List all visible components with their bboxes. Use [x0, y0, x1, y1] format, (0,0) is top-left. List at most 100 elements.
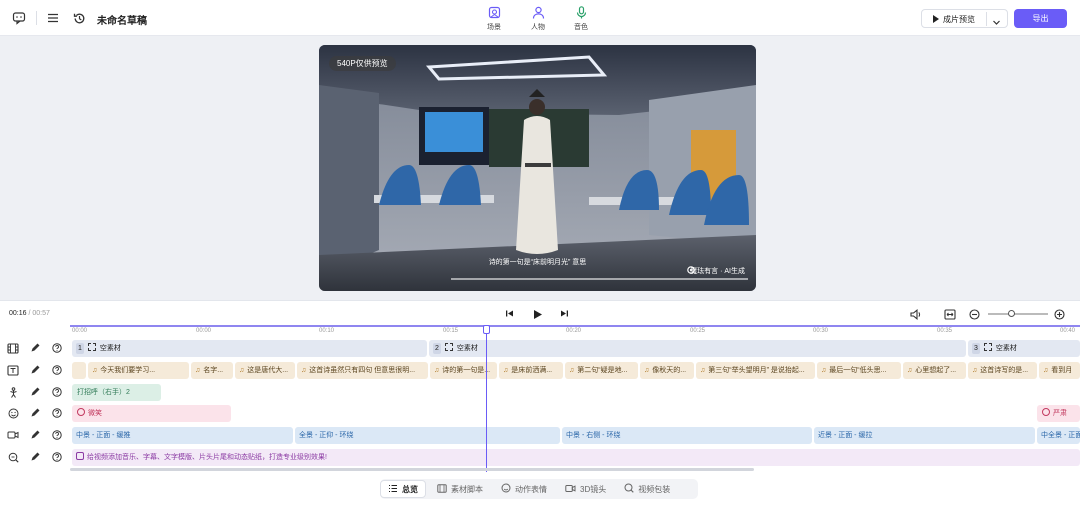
tts-clip-text: 像秋天的... — [652, 367, 687, 374]
microphone-icon — [566, 6, 596, 20]
export-button[interactable]: 导出 — [1014, 9, 1067, 28]
tts-clip-text: 名字... — [203, 367, 224, 374]
tts-clip[interactable] — [72, 362, 86, 379]
camera-clip[interactable]: 近景 - 正面 - 缓拉 — [814, 427, 1035, 444]
edit-pencil-icon[interactable] — [28, 406, 42, 420]
packaging-tip-text: 给视频添加音乐、字幕、文字模版、片头片尾和动态贴纸，打造专业级别效果! — [87, 454, 327, 461]
expression-label: 严肃 — [1053, 410, 1067, 417]
tts-clip[interactable]: ♫ 这首诗虽然只有四句 但意思很明... — [297, 362, 428, 379]
tts-clip[interactable]: ♫ 像秋天的... — [640, 362, 694, 379]
volume-icon[interactable] — [910, 309, 922, 320]
video-preview[interactable]: 540P仅供预览 诗的第一句是“床前明月光” 意思 魔珐有言 · AI生成 — [319, 45, 756, 291]
expression-clip[interactable]: 微笑 — [72, 405, 231, 422]
fit-timeline-icon[interactable] — [944, 309, 956, 320]
tts-clip[interactable]: ♫ 最后一句“低头思... — [817, 362, 901, 379]
scene-number: 3 — [972, 343, 980, 354]
track-controls — [6, 363, 64, 377]
track-controls — [6, 385, 64, 399]
camera-clip[interactable]: 中景 - 右侧 - 环绕 — [562, 427, 812, 444]
headphone-icon: ♫ — [569, 367, 575, 374]
tab-scene[interactable]: 场景 — [479, 6, 509, 32]
feedback-icon[interactable] — [11, 10, 27, 26]
help-icon[interactable] — [50, 450, 64, 464]
scene-clip[interactable]: 1 空素材 — [72, 340, 427, 357]
edit-pencil-icon[interactable] — [28, 363, 42, 377]
playhead-handle[interactable] — [483, 325, 490, 334]
add-package-icon — [76, 452, 84, 460]
tts-clip-text: 今天我们要学习... — [100, 367, 156, 374]
tts-clip-text: 是床前洒满... — [511, 367, 553, 374]
tts-clip-text: 心里想起了... — [915, 367, 957, 374]
gesture-clip[interactable]: 打招呼（右手）2 — [72, 384, 161, 401]
zoom-slider-track[interactable] — [988, 313, 1048, 315]
tab-material-script[interactable]: 素材脚本 — [430, 480, 490, 498]
tts-clip[interactable]: ♫ 心里想起了... — [903, 362, 966, 379]
help-icon[interactable] — [50, 385, 64, 399]
tab-overview[interactable]: 总览 — [380, 480, 426, 498]
tab-video-packaging-label: 视频包装 — [638, 484, 671, 494]
menu-icon[interactable] — [45, 10, 61, 26]
scene-label: 空素材 — [456, 345, 478, 352]
camera-clip[interactable]: 中景 - 正面 - 缓推 — [72, 427, 293, 444]
tab-motion-expression[interactable]: 动作表情 — [494, 480, 554, 498]
track-controls — [6, 341, 64, 355]
timeline-panel: 00:16 / 00:57 00:00 00:00 00:10 00:15 00… — [0, 300, 1080, 505]
person-icon — [523, 6, 553, 20]
zoom-slider-handle[interactable] — [1008, 310, 1015, 317]
camera-clip[interactable]: 中全景 - 正面 — [1037, 427, 1080, 444]
tts-clip[interactable]: ♫ 看到月 — [1039, 362, 1080, 379]
scene-clip[interactable]: 2 空素材 — [429, 340, 966, 357]
tts-clip[interactable]: ♫ 第二句“疑是地... — [565, 362, 638, 379]
preview-button[interactable]: 成片预览 — [921, 9, 1008, 28]
smile-face-icon — [6, 406, 20, 420]
skip-forward-icon[interactable] — [560, 309, 569, 318]
ruler-tick-label: 00:25 — [690, 328, 706, 334]
ruler-tick-label: 00:35 — [937, 328, 953, 334]
ruler-tick-label: 00:00 — [196, 328, 212, 334]
skip-back-icon[interactable] — [505, 309, 514, 318]
tts-clip[interactable]: ♫ 今天我们要学习... — [88, 362, 189, 379]
tab-video-packaging[interactable]: 视频包装 — [617, 480, 677, 498]
headphone-icon: ♫ — [821, 367, 827, 374]
chevron-down-icon[interactable] — [992, 14, 1001, 32]
tab-3d-camera-label: 3D镜头 — [580, 484, 607, 494]
zoom-out-icon[interactable] — [969, 309, 980, 320]
play-button[interactable] — [532, 309, 543, 320]
tts-clip[interactable]: ♫ 是床前洒满... — [499, 362, 563, 379]
editor-app: 未命名草稿 场景 人物 音色 成片预览 导出 540P仅供预览 诗的第一句是“床… — [0, 0, 1080, 505]
edit-pencil-icon[interactable] — [28, 341, 42, 355]
tab-overview-label: 总览 — [402, 484, 418, 494]
expression-clip[interactable]: 严肃 — [1037, 405, 1080, 422]
camera-clip[interactable]: 全景 - 正仰 - 环绕 — [295, 427, 560, 444]
tab-3d-camera[interactable]: 3D镜头 — [558, 480, 613, 498]
document-title[interactable]: 未命名草稿 — [97, 12, 147, 27]
tts-clip[interactable]: ♫ 名字... — [191, 362, 233, 379]
history-icon[interactable] — [71, 10, 87, 26]
headphone-icon: ♫ — [503, 367, 509, 374]
watermark-text: 魔珐有言 · AI生成 — [690, 268, 745, 275]
edit-pencil-icon[interactable] — [28, 428, 42, 442]
help-icon[interactable] — [50, 406, 64, 420]
headphone-icon: ♫ — [239, 367, 245, 374]
tab-voice[interactable]: 音色 — [566, 6, 596, 32]
packaging-tip[interactable]: 给视频添加音乐、字幕、文字模版、片头片尾和动态贴纸，打造专业级别效果! — [72, 449, 1080, 466]
help-icon[interactable] — [50, 428, 64, 442]
camera-icon — [565, 484, 576, 495]
tts-clip[interactable]: ♫ 这是唐代大... — [235, 362, 295, 379]
edit-pencil-icon[interactable] — [28, 450, 42, 464]
edit-pencil-icon[interactable] — [28, 385, 42, 399]
timeline-scrollbar[interactable] — [70, 468, 754, 471]
divider — [986, 12, 987, 26]
help-icon[interactable] — [50, 363, 64, 377]
headphone-icon: ♫ — [92, 367, 98, 374]
tts-clip[interactable]: ♫ 这首诗写的是... — [968, 362, 1037, 379]
scene-clip[interactable]: 3 空素材 — [968, 340, 1080, 357]
time-ruler[interactable]: 00:00 00:00 00:10 00:15 00:20 00:25 00:3… — [70, 325, 1080, 335]
list-icon — [388, 484, 398, 495]
empty-material-icon — [444, 343, 453, 351]
tab-person[interactable]: 人物 — [523, 6, 553, 32]
time-display: 00:16 / 00:57 — [9, 310, 50, 317]
help-icon[interactable] — [50, 341, 64, 355]
zoom-in-icon[interactable] — [1054, 309, 1065, 320]
tts-clip[interactable]: ♫ 第三句“举头望明月” 是说抬起... — [696, 362, 815, 379]
